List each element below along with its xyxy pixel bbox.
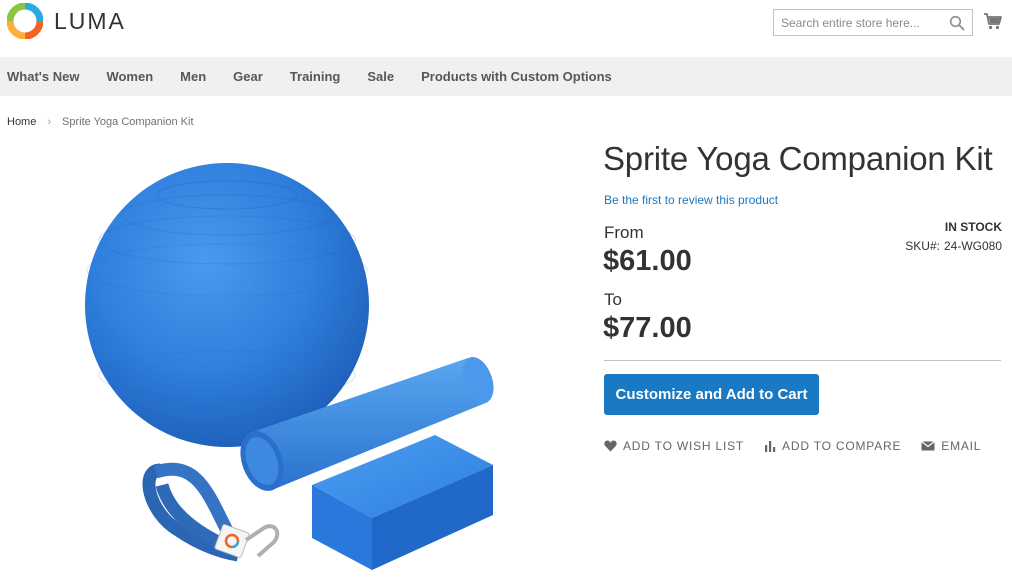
search-input[interactable] [774, 10, 942, 35]
breadcrumb-home-link[interactable]: Home [7, 116, 36, 128]
email-link[interactable]: Email [921, 439, 981, 453]
add-to-wishlist-link[interactable]: Add to Wish List [604, 439, 744, 453]
logo-text[interactable]: LUMA [54, 8, 126, 35]
breadcrumb-separator: › [47, 116, 52, 128]
nav-item-women[interactable]: Women [106, 69, 153, 84]
luma-logo-icon[interactable] [7, 3, 43, 39]
nav-item-men[interactable]: Men [180, 69, 206, 84]
breadcrumb: Home › Sprite Yoga Companion Kit [7, 116, 194, 128]
compare-label: Add to Compare [782, 439, 902, 453]
email-label: Email [941, 439, 982, 453]
product-image[interactable] [60, 140, 530, 577]
add-to-compare-link[interactable]: Add to Compare [764, 439, 901, 453]
price-from-label: From [604, 223, 644, 242]
stock-status: IN STOCK [944, 220, 1002, 234]
price-to-label: To [604, 290, 622, 309]
exercise-ball [85, 163, 369, 447]
sku-label: SKU#: [905, 239, 940, 253]
breadcrumb-current: Sprite Yoga Companion Kit [62, 116, 194, 128]
cart-icon[interactable] [983, 11, 1003, 31]
price-from-value: $61.00 [603, 245, 692, 277]
product-actions: Add to Wish List Add to Compare Email [604, 439, 1001, 453]
compare-icon [765, 441, 776, 452]
sku: SKU#: 24-WG080 [905, 239, 1002, 253]
search-box [773, 9, 973, 36]
price-to-value: $77.00 [603, 312, 692, 344]
header: LUMA [0, 0, 1012, 57]
customize-add-to-cart-button[interactable]: Customize and Add to Cart [604, 374, 819, 415]
heart-icon [604, 440, 617, 452]
wishlist-label: Add to Wish List [623, 439, 745, 453]
sku-value: 24-WG080 [943, 239, 1002, 253]
nav-item-gear[interactable]: Gear [233, 69, 263, 84]
email-icon [921, 441, 936, 451]
main-nav: What's New Women Men Gear Training Sale … [0, 57, 1012, 96]
nav-item-sale[interactable]: Sale [367, 69, 394, 84]
divider [604, 360, 1001, 361]
search-icon[interactable] [949, 15, 965, 31]
nav-item-custom-options[interactable]: Products with Custom Options [421, 69, 612, 84]
nav-item-training[interactable]: Training [290, 69, 341, 84]
product-title: Sprite Yoga Companion Kit [603, 140, 993, 177]
nav-item-whats-new[interactable]: What's New [7, 69, 79, 84]
review-link[interactable]: Be the first to review this product [604, 193, 778, 207]
